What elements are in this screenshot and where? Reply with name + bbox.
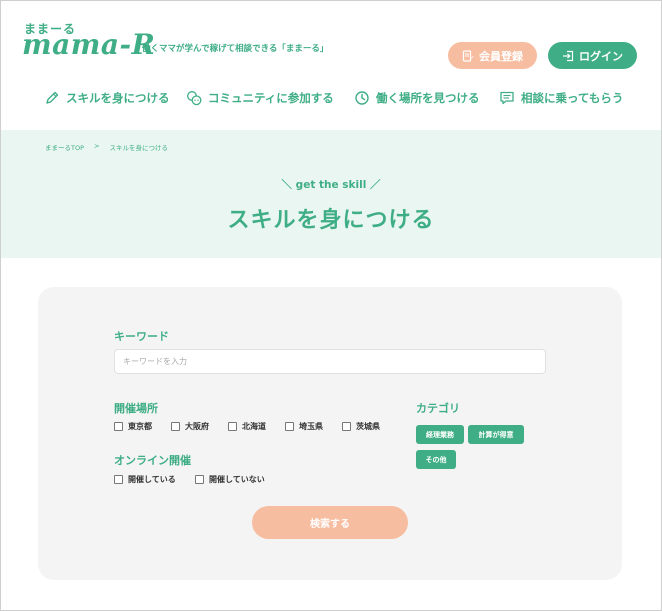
login-label: ログイン	[579, 49, 623, 63]
breadcrumb-current: スキルを身につける	[109, 144, 168, 152]
checkbox-label: 茨城県	[356, 422, 380, 431]
checkbox-box[interactable]	[342, 422, 351, 431]
nav-item-label: コミュニティに参加する	[208, 91, 334, 105]
tagline: 働くママが学んで稼げて相談できる「ままーる」	[142, 44, 329, 54]
keyword-input[interactable]	[114, 349, 546, 374]
logo[interactable]: mama-R	[22, 28, 155, 61]
online-checkbox-yes[interactable]: 開催している	[114, 474, 176, 485]
nav-item-label: スキルを身につける	[66, 91, 170, 105]
location-checkbox-osaka[interactable]: 大阪府	[171, 421, 209, 432]
keyword-label: キーワード	[114, 330, 169, 343]
checkbox-box[interactable]	[114, 475, 123, 484]
checkbox-box[interactable]	[285, 422, 294, 431]
location-label: 開催場所	[114, 402, 158, 415]
message-icon	[500, 91, 514, 105]
nav-item-community[interactable]: コミュニティに参加する	[186, 90, 334, 106]
register-icon	[462, 49, 474, 62]
category-tag-calculation[interactable]: 計算が得意	[468, 425, 524, 444]
checkbox-label: 開催していない	[209, 475, 265, 484]
checkbox-box[interactable]	[114, 422, 123, 431]
checkbox-label: 東京都	[128, 422, 152, 431]
login-icon	[563, 50, 574, 61]
search-button[interactable]: 検索する	[252, 506, 408, 539]
online-checkbox-no[interactable]: 開催していない	[195, 474, 265, 485]
page-title: スキルを身につける	[227, 208, 435, 233]
checkbox-label: 北海道	[242, 422, 266, 431]
nav-item-label: 相談に乗ってもらう	[521, 91, 624, 105]
checkbox-box[interactable]	[228, 422, 237, 431]
online-label: オンライン開催	[114, 454, 191, 467]
chat-bubbles-icon	[187, 91, 202, 106]
main-nav: スキルを身につける コミュニティに参加する 働く場所を見つける 相談に乗ってもら…	[44, 90, 642, 110]
checkbox-box[interactable]	[171, 422, 180, 431]
nav-item-consult[interactable]: 相談に乗ってもらう	[499, 90, 623, 106]
checkbox-label: 大阪府	[185, 422, 209, 431]
nav-item-workplace[interactable]: 働く場所を見つける	[354, 90, 480, 106]
register-button[interactable]: 会員登録	[448, 42, 537, 69]
clock-icon	[355, 91, 369, 105]
category-label: カテゴリ	[416, 402, 460, 415]
location-checkbox-ibaraki[interactable]: 茨城県	[342, 421, 380, 432]
checkbox-box[interactable]	[195, 475, 204, 484]
login-button[interactable]: ログイン	[548, 42, 637, 69]
breadcrumb: ままーるTOP > スキルを身につける	[45, 142, 168, 152]
breadcrumb-home[interactable]: ままーるTOP	[45, 142, 84, 152]
category-tag-other[interactable]: その他	[416, 450, 456, 469]
nav-item-label: 働く場所を見つける	[376, 91, 480, 105]
pencil-icon	[46, 91, 59, 104]
hero-banner: ままーるTOP > スキルを身につける ＼ get the skill ／ スキ…	[1, 130, 661, 258]
hero-subtitle: ＼ get the skill ／	[281, 179, 381, 191]
checkbox-label: 開催している	[128, 475, 176, 484]
location-checkbox-saitama[interactable]: 埼玉県	[285, 421, 323, 432]
checkbox-label: 埼玉県	[299, 422, 323, 431]
location-checkbox-tokyo[interactable]: 東京都	[114, 421, 152, 432]
category-tag-accounting[interactable]: 経理業務	[416, 425, 464, 444]
register-label: 会員登録	[479, 49, 523, 63]
search-card: キーワード 開催場所 東京都 大阪府 北海道 埼玉県 茨城県 オンライン開催 開…	[38, 287, 622, 580]
nav-item-skill[interactable]: スキルを身につける	[44, 90, 170, 106]
location-checkbox-hokkaido[interactable]: 北海道	[228, 421, 266, 432]
breadcrumb-separator: >	[94, 142, 100, 150]
